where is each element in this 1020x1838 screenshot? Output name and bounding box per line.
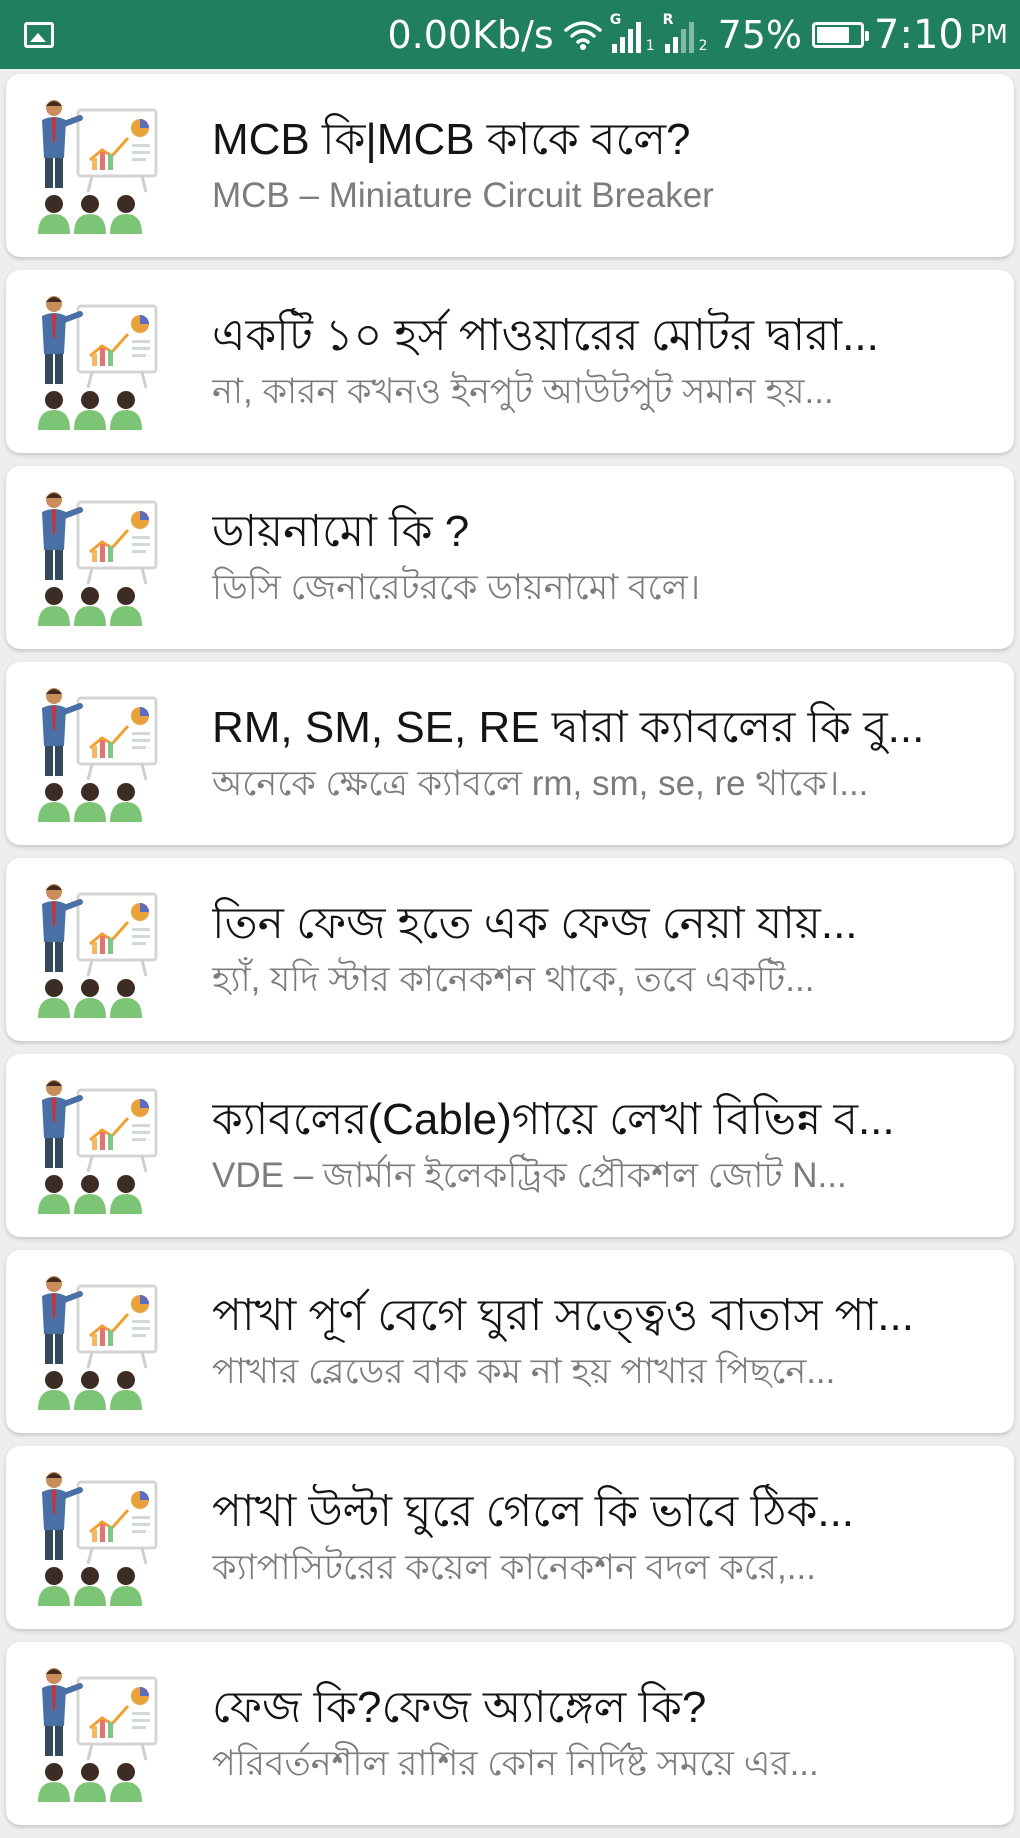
list-item-title: RM, SM, SE, RE দ্বারা ক্যাবলের কি বু... bbox=[212, 703, 925, 753]
signal-bar bbox=[664, 43, 670, 53]
list-item-title: পাখা উল্টা ঘুরে গেলে কি ভাবে ঠিক... bbox=[212, 1487, 855, 1537]
clock-time: 7:10 bbox=[874, 11, 964, 58]
battery-icon bbox=[812, 21, 870, 48]
net-speed: 0.00Kb/s bbox=[387, 12, 554, 57]
list-item[interactable]: একটি ১০ হর্স পাওয়ারের মোটর দ্বারা... না… bbox=[6, 270, 1014, 453]
presentation-icon bbox=[32, 1468, 162, 1608]
list-item-subtitle: হ্যাঁ, যদি স্টার কানেকশন থাকে, তবে একটি.… bbox=[212, 960, 815, 1000]
list-item-title: পাখা পূর্ণ বেগে ঘুরা সত্ত্বেও বাতাস পা..… bbox=[212, 1291, 914, 1341]
list-item-title: ক্যাবলের(Cable)গায়ে লেখা বিভিন্ন ব... bbox=[212, 1095, 895, 1145]
sim2-network-type: R bbox=[662, 11, 674, 28]
battery-level bbox=[817, 26, 849, 43]
status-indicators: 0.00Kb/s G 1 R 2 75% 7:10 PM bbox=[387, 11, 1008, 58]
list-item[interactable]: ফেজ কি?ফেজ অ্যাঙ্গেল কি? পরিবর্তনশীল রাশ… bbox=[6, 1642, 1014, 1825]
signal-bar bbox=[680, 28, 686, 53]
presentation-icon bbox=[32, 880, 162, 1020]
list-item-subtitle: VDE – জার্মান ইলেকট্রিক প্রৌকশল জোট N... bbox=[212, 1156, 847, 1196]
list-item-texts: ফেজ কি?ফেজ অ্যাঙ্গেল কি? পরিবর্তনশীল রাশ… bbox=[212, 1680, 992, 1787]
signal-icon: R 2 bbox=[663, 13, 708, 54]
list-item-texts: ডায়নামো কি ? ডিসি জেনারেটরকে ডায়নামো ব… bbox=[212, 504, 992, 611]
list-item-texts: RM, SM, SE, RE দ্বারা ক্যাবলের কি বু... … bbox=[212, 700, 992, 807]
list-item-subtitle: পরিবর্তনশীল রাশির কোন নির্দিষ্ট সময়ে এর… bbox=[212, 1744, 819, 1784]
presentation-icon bbox=[32, 1076, 162, 1216]
sim2-index: 2 bbox=[698, 37, 708, 54]
list-item-title: ফেজ কি?ফেজ অ্যাঙ্গেল কি? bbox=[212, 1683, 707, 1733]
list-item-texts: MCB কি|MCB কাকে বলে? MCB – Miniature Cir… bbox=[212, 112, 992, 219]
presentation-icon bbox=[32, 1272, 162, 1412]
presentation-icon bbox=[32, 1664, 162, 1804]
list-item-texts: পাখা পূর্ণ বেগে ঘুরা সত্ত্বেও বাতাস পা..… bbox=[212, 1288, 992, 1395]
list-item[interactable]: ডায়নামো কি ? ডিসি জেনারেটরকে ডায়নামো ব… bbox=[6, 466, 1014, 649]
status-bar: 0.00Kb/s G 1 R 2 75% 7:10 PM bbox=[0, 0, 1020, 69]
list-item-title: MCB কি|MCB কাকে বলে? bbox=[212, 115, 691, 165]
list-item[interactable]: তিন ফেজ হতে এক ফেজ নেয়া যায়... হ্যাঁ, … bbox=[6, 858, 1014, 1041]
list-item-texts: একটি ১০ হর্স পাওয়ারের মোটর দ্বারা... না… bbox=[212, 308, 992, 415]
wifi-icon bbox=[563, 19, 602, 51]
question-list[interactable]: MCB কি|MCB কাকে বলে? MCB – Miniature Cir… bbox=[6, 74, 1014, 1838]
list-item-title: ডায়নামো কি ? bbox=[212, 507, 470, 557]
list-item[interactable]: MCB কি|MCB কাকে বলে? MCB – Miniature Cir… bbox=[6, 74, 1014, 257]
list-item[interactable]: RM, SM, SE, RE দ্বারা ক্যাবলের কি বু... … bbox=[6, 662, 1014, 845]
list-item-subtitle: পাখার ব্লেডের বাক কম না হয় পাখার পিছনে.… bbox=[212, 1352, 836, 1392]
list-item-texts: পাখা উল্টা ঘুরে গেলে কি ভাবে ঠিক... ক্যা… bbox=[212, 1484, 992, 1591]
list-item-subtitle: ডিসি জেনারেটরকে ডায়নামো বলে। bbox=[212, 568, 701, 608]
list-item-subtitle: অনেকে ক্ষেত্রে ক্যাবলে rm, sm, se, re থা… bbox=[212, 764, 869, 804]
list-item[interactable]: ক্যাবলের(Cable)গায়ে লেখা বিভিন্ন ব... V… bbox=[6, 1054, 1014, 1237]
list-item-title: একটি ১০ হর্স পাওয়ারের মোটর দ্বারা... bbox=[212, 311, 879, 361]
list-item-texts: তিন ফেজ হতে এক ফেজ নেয়া যায়... হ্যাঁ, … bbox=[212, 896, 992, 1003]
list-item[interactable]: পাখা পূর্ণ বেগে ঘুরা সত্ত্বেও বাতাস পা..… bbox=[6, 1250, 1014, 1433]
signal-bar bbox=[672, 36, 678, 53]
signal-bar bbox=[619, 36, 625, 53]
list-item-title: তিন ফেজ হতে এক ফেজ নেয়া যায়... bbox=[212, 899, 858, 949]
presentation-icon bbox=[32, 292, 162, 432]
gallery-icon bbox=[24, 21, 54, 48]
list-item-subtitle: MCB – Miniature Circuit Breaker bbox=[212, 176, 714, 216]
list-item-texts: ক্যাবলের(Cable)গায়ে লেখা বিভিন্ন ব... V… bbox=[212, 1092, 992, 1199]
signal-icon: G 1 bbox=[610, 13, 655, 54]
presentation-icon bbox=[32, 488, 162, 628]
presentation-icon bbox=[32, 96, 162, 236]
sim1-index: 1 bbox=[645, 37, 655, 54]
presentation-icon bbox=[32, 684, 162, 824]
signal-bar bbox=[627, 28, 633, 53]
signal-bar bbox=[611, 43, 617, 53]
signal-bar bbox=[688, 21, 694, 53]
list-item-subtitle: ক্যাপাসিটরের কয়েল কানেকশন বদল করে,... bbox=[212, 1548, 816, 1588]
sim1-network-type: G bbox=[609, 11, 622, 28]
clock-ampm: PM bbox=[969, 19, 1008, 50]
signal-bar bbox=[635, 21, 641, 53]
list-item-subtitle: না, কারন কখনও ইনপুট আউটপুট সমান হয়... bbox=[212, 372, 834, 412]
battery-percent: 75% bbox=[717, 12, 803, 57]
list-item[interactable]: পাখা উল্টা ঘুরে গেলে কি ভাবে ঠিক... ক্যা… bbox=[6, 1446, 1014, 1629]
